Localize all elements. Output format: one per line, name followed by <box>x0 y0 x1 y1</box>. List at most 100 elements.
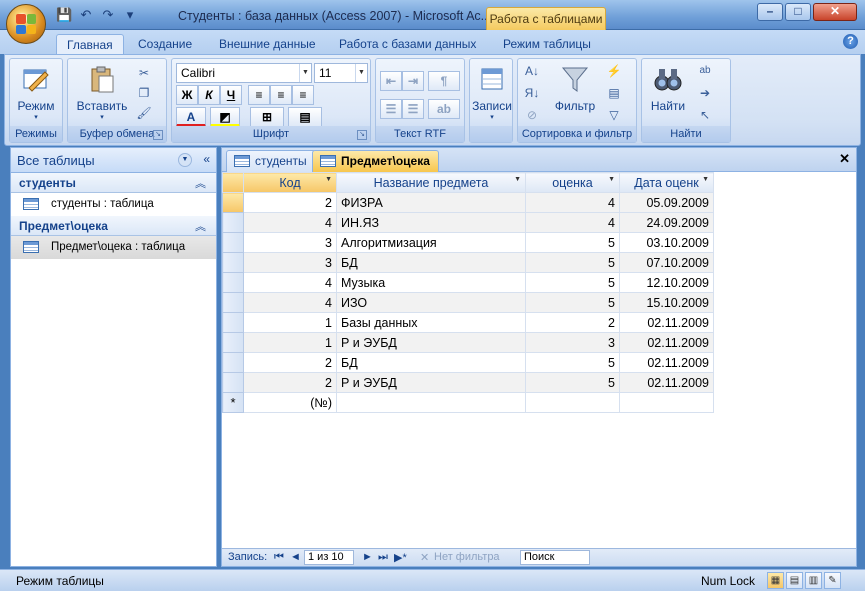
gridlines-icon[interactable]: ⊞ <box>250 107 284 127</box>
tab-datasheet[interactable]: Режим таблицы <box>493 34 601 54</box>
paragraph-direction-icon[interactable]: ¶ <box>428 71 460 91</box>
cell-code[interactable]: 3 <box>243 252 337 273</box>
find-button[interactable]: Найти <box>646 63 690 113</box>
cell-subject[interactable]: ИЗО <box>336 292 526 313</box>
sort-ascending-icon[interactable]: A↓ <box>524 63 540 79</box>
pivotchart-view-icon[interactable]: ▥ <box>805 572 822 589</box>
cell-date[interactable]: 12.10.2009 <box>619 272 714 293</box>
align-right-icon[interactable]: ≡ <box>292 85 314 105</box>
table-row[interactable]: 2 БД 5 02.11.2009 <box>222 352 714 373</box>
format-painter-icon[interactable]: 🖌 <box>136 105 152 121</box>
cell-date[interactable]: 02.11.2009 <box>619 372 714 393</box>
tab-home[interactable]: Главная <box>56 34 124 55</box>
replace-icon[interactable]: ab <box>694 63 716 79</box>
clipboard-launcher-icon[interactable]: ↘ <box>153 130 163 140</box>
maximize-button[interactable]: □ <box>785 3 811 21</box>
nav-pane-header[interactable]: Все таблицы ▼ « <box>11 148 216 173</box>
cell-date-new[interactable] <box>619 392 714 413</box>
chevron-down-icon[interactable]: ▼ <box>355 64 367 82</box>
nav-item-subject-grade-table[interactable]: Предмет\оцека : таблица <box>11 236 216 259</box>
copy-icon[interactable]: ❐ <box>136 85 152 101</box>
table-row[interactable]: 2 ФИЗРА 4 05.09.2009 <box>222 192 714 213</box>
column-header-subject[interactable]: Название предмета ▼ <box>336 172 526 193</box>
table-row[interactable]: 4 Музыка 5 12.10.2009 <box>222 272 714 293</box>
cell-grade[interactable]: 5 <box>525 252 620 273</box>
next-record-icon[interactable]: ► <box>362 551 373 563</box>
cell-subject[interactable]: БД <box>336 252 526 273</box>
new-record-icon[interactable]: ▶* <box>394 551 407 564</box>
record-position-input[interactable]: 1 из 10 <box>304 550 354 565</box>
row-selector[interactable] <box>222 312 244 333</box>
select-all-cell[interactable] <box>222 172 244 193</box>
decrease-indent-icon[interactable]: ⇤ <box>380 71 402 91</box>
table-row[interactable]: 1 Р и ЭУБД 3 02.11.2009 <box>222 332 714 353</box>
bold-button[interactable]: Ж <box>176 85 198 105</box>
cut-icon[interactable]: ✂ <box>136 65 152 81</box>
pivottable-view-icon[interactable]: ▤ <box>786 572 803 589</box>
column-header-code[interactable]: Код ▼ <box>243 172 337 193</box>
cell-date[interactable]: 02.11.2009 <box>619 312 714 333</box>
font-name-combo[interactable]: Calibri ▼ <box>176 63 312 83</box>
close-button[interactable]: ✕ <box>813 3 857 21</box>
column-header-grade[interactable]: оценка ▼ <box>525 172 620 193</box>
help-icon[interactable]: ? <box>843 34 858 49</box>
cell-subject[interactable]: Р и ЭУБД <box>336 372 526 393</box>
cell-grade[interactable]: 5 <box>525 292 620 313</box>
view-button[interactable]: Режим ▾ <box>14 63 58 121</box>
cell-date[interactable]: 02.11.2009 <box>619 352 714 373</box>
selection-filter-icon[interactable]: ⚡ <box>606 63 622 79</box>
cell-grade[interactable]: 5 <box>525 272 620 293</box>
row-selector[interactable] <box>222 372 244 393</box>
italic-button[interactable]: К <box>198 85 220 105</box>
no-filter-button[interactable]: Нет фильтра <box>434 551 500 563</box>
nav-group-subject-grade[interactable]: Предмет\оцека ︽ <box>11 216 216 236</box>
row-selector[interactable] <box>222 252 244 273</box>
cell-grade-new[interactable] <box>525 392 620 413</box>
first-record-icon[interactable]: ⏮ <box>274 551 284 564</box>
close-document-icon[interactable]: ✕ <box>839 151 850 167</box>
table-row[interactable]: 4 ИН.ЯЗ 4 24.09.2009 <box>222 212 714 233</box>
cell-date[interactable]: 03.10.2009 <box>619 232 714 253</box>
chevron-down-icon[interactable]: ▼ <box>299 64 311 82</box>
row-selector[interactable] <box>222 352 244 373</box>
font-launcher-icon[interactable]: ↘ <box>357 130 367 140</box>
row-selector[interactable] <box>222 292 244 313</box>
cell-subject[interactable]: БД <box>336 352 526 373</box>
cell-grade[interactable]: 5 <box>525 352 620 373</box>
paste-button[interactable]: Вставить ▾ <box>74 63 130 121</box>
align-left-icon[interactable]: ≡ <box>248 85 270 105</box>
column-header-date[interactable]: Дата оценк ▼ <box>619 172 714 193</box>
underline-button[interactable]: Ч <box>220 85 242 105</box>
cell-code-new[interactable]: (№) <box>243 392 337 413</box>
cell-grade[interactable]: 3 <box>525 332 620 353</box>
row-selector[interactable] <box>222 212 244 233</box>
cell-code[interactable]: 2 <box>243 192 337 213</box>
alternate-fill-icon[interactable]: ▤ <box>288 107 322 127</box>
numbering-icon[interactable]: ☰ <box>380 99 402 119</box>
cell-grade[interactable]: 4 <box>525 212 620 233</box>
cell-subject[interactable]: Базы данных <box>336 312 526 333</box>
row-selector[interactable] <box>222 192 244 213</box>
cell-date[interactable]: 02.11.2009 <box>619 332 714 353</box>
increase-indent-icon[interactable]: ⇥ <box>402 71 424 91</box>
cell-subject[interactable]: Р и ЭУБД <box>336 332 526 353</box>
search-input[interactable]: Поиск <box>520 550 590 565</box>
previous-record-icon[interactable]: ◄ <box>290 551 301 563</box>
highlight-icon[interactable]: ab <box>428 99 460 119</box>
cell-code[interactable]: 1 <box>243 312 337 333</box>
office-button[interactable] <box>6 4 46 44</box>
row-selector[interactable] <box>222 232 244 253</box>
cell-code[interactable]: 3 <box>243 232 337 253</box>
table-row[interactable]: 1 Базы данных 2 02.11.2009 <box>222 312 714 333</box>
fill-color-icon[interactable]: ◩ <box>210 107 240 127</box>
cell-grade[interactable]: 5 <box>525 372 620 393</box>
cell-code[interactable]: 2 <box>243 352 337 373</box>
clear-sort-icon[interactable]: ⊘ <box>524 107 540 123</box>
new-record-row[interactable]: * (№) <box>222 392 714 413</box>
minimize-button[interactable]: – <box>757 3 783 21</box>
goto-icon[interactable]: ➔ <box>694 85 716 101</box>
nav-group-students[interactable]: студенты ︽ <box>11 173 216 193</box>
advanced-filter-icon[interactable]: ▤ <box>606 85 622 101</box>
select-icon[interactable]: ↖ <box>694 107 716 123</box>
chevron-down-icon[interactable]: ▼ <box>514 176 521 183</box>
